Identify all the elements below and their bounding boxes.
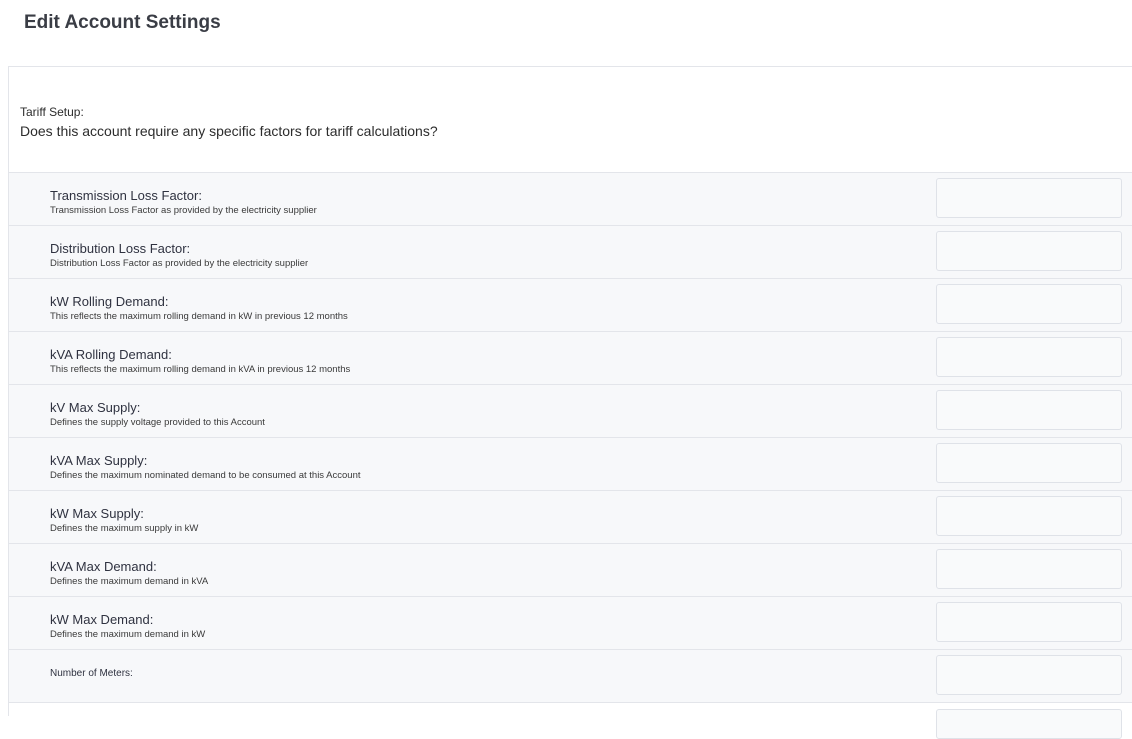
transmission-loss-factor-input[interactable] [936,178,1122,218]
kva-max-supply-row: kVA Max Supply: Defines the maximum nomi… [9,438,1132,491]
kw-max-demand-row: kW Max Demand: Defines the maximum deman… [9,597,1132,650]
kv-max-supply-row: kV Max Supply: Defines the supply voltag… [9,385,1132,438]
kw-rolling-demand-row: kW Rolling Demand: This reflects the max… [9,279,1132,332]
kv-max-supply-description: Defines the supply voltage provided to t… [50,417,265,428]
kva-max-supply-input[interactable] [936,443,1122,483]
kva-rolling-demand-description: This reflects the maximum rolling demand… [50,364,351,375]
kw-max-supply-input[interactable] [936,496,1122,536]
number-of-meters-row: Number of Meters: [9,650,1132,703]
kva-max-supply-description: Defines the maximum nominated demand to … [50,470,361,481]
kw-rolling-demand-label: kW Rolling Demand: [50,294,169,309]
distribution-loss-factor-label: Distribution Loss Factor: [50,241,191,256]
distribution-loss-factor-input[interactable] [936,231,1122,271]
distribution-loss-factor-row: Distribution Loss Factor: Distribution L… [9,226,1132,279]
kva-max-demand-row: kVA Max Demand: Defines the maximum dema… [9,544,1132,597]
kv-max-supply-input[interactable] [936,390,1122,430]
tariff-question: Does this account require any specific f… [20,123,438,139]
distribution-loss-factor-description: Distribution Loss Factor as provided by … [50,258,309,269]
kw-max-demand-description: Defines the maximum demand in kW [50,629,206,640]
kva-rolling-demand-label: kVA Rolling Demand: [50,347,172,362]
tariff-settings-panel: Tariff Setup: Does this account require … [8,66,1132,739]
next-field-input[interactable] [936,709,1122,739]
tariff-setup-label: Tariff Setup: [20,105,84,119]
transmission-loss-factor-description: Transmission Loss Factor as provided by … [50,205,317,216]
kw-max-supply-row: kW Max Supply: Defines the maximum suppl… [9,491,1132,544]
tariff-section-header: Tariff Setup: Does this account require … [9,67,1132,173]
kva-rolling-demand-row: kVA Rolling Demand: This reflects the ma… [9,332,1132,385]
number-of-meters-label: Number of Meters: [50,668,133,679]
kva-rolling-demand-input[interactable] [936,337,1122,377]
kw-rolling-demand-input[interactable] [936,284,1122,324]
transmission-loss-factor-label: Transmission Loss Factor: [50,188,202,203]
next-field-row [9,703,1132,739]
kw-rolling-demand-description: This reflects the maximum rolling demand… [50,311,348,322]
kva-max-demand-label: kVA Max Demand: [50,559,157,574]
kw-max-supply-description: Defines the maximum supply in kW [50,523,199,534]
page-title: Edit Account Settings [24,12,221,33]
kv-max-supply-label: kV Max Supply: [50,400,141,415]
kva-max-supply-label: kVA Max Supply: [50,453,148,468]
kw-max-supply-label: kW Max Supply: [50,506,144,521]
kw-max-demand-input[interactable] [936,602,1122,642]
number-of-meters-input[interactable] [936,655,1122,695]
kw-max-demand-label: kW Max Demand: [50,612,154,627]
kva-max-demand-input[interactable] [936,549,1122,589]
kva-max-demand-description: Defines the maximum demand in kVA [50,576,209,587]
transmission-loss-factor-row: Transmission Loss Factor: Transmission L… [9,173,1132,226]
